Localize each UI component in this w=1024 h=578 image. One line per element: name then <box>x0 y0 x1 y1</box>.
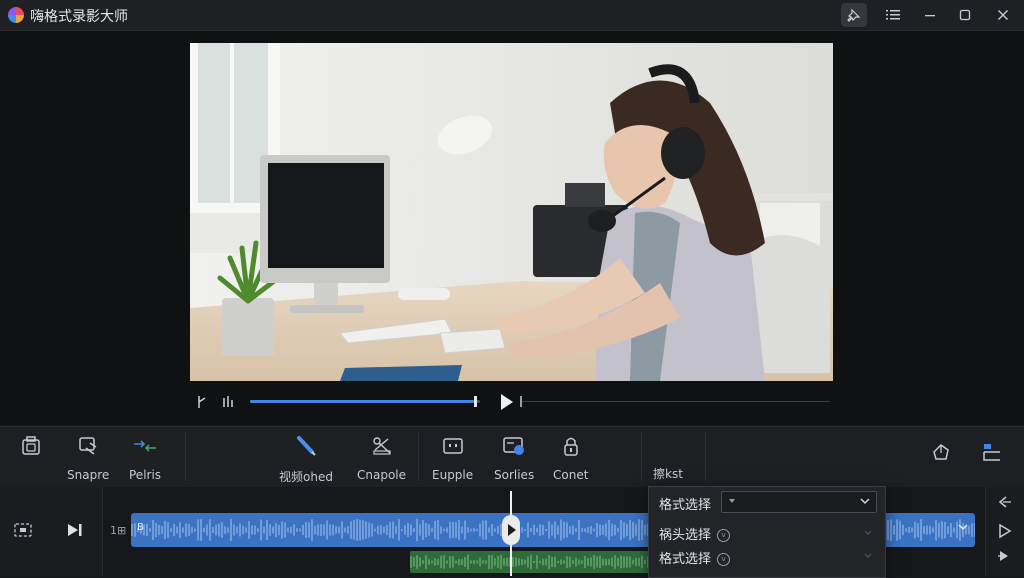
chevron-down-icon <box>863 527 873 541</box>
seek-handle[interactable] <box>473 396 477 407</box>
step-forward-icon[interactable] <box>997 549 1013 566</box>
info-circle-icon: v <box>717 553 731 566</box>
playhead-handle[interactable] <box>502 515 520 545</box>
video-preview[interactable] <box>190 43 833 381</box>
tool-eupple[interactable]: Eupple <box>432 435 473 482</box>
chevron-down-icon[interactable] <box>957 521 969 536</box>
trim-icon[interactable] <box>196 394 208 413</box>
toolbar-divider <box>418 433 419 481</box>
toolbar-divider <box>641 433 642 481</box>
maximize-icon[interactable] <box>952 3 978 27</box>
title-bar: 嗨格式录影大师 <box>0 0 1024 31</box>
tool-cnapole-label: Cnapole <box>357 468 407 482</box>
tool-cnapole[interactable]: Cnapole <box>357 435 406 482</box>
audio-clip[interactable] <box>410 551 650 573</box>
track-settings-icon[interactable] <box>12 521 34 542</box>
screenshot-icon <box>20 435 42 460</box>
edit-toolbar: Snapre Pelris 视频ohed Cnapole Eupple Sorl… <box>0 426 1024 488</box>
info-circle-icon: v <box>717 529 731 542</box>
split-arrows-icon <box>132 435 158 460</box>
timeline-side-controls <box>985 487 1024 576</box>
tool-snapre[interactable]: Snapre <box>67 435 109 482</box>
tool-video-edit[interactable]: 视频ohed <box>279 435 333 485</box>
pin-icon[interactable] <box>841 3 867 27</box>
seek-progress <box>250 400 474 403</box>
tool-sorlies[interactable]: Sorlies <box>494 435 534 482</box>
toolbar-divider <box>185 433 186 481</box>
export-icon[interactable] <box>930 441 952 466</box>
app-logo-icon <box>8 7 24 23</box>
volume-levels-icon[interactable] <box>222 395 234 412</box>
tool-conet-label: Conet <box>553 468 589 482</box>
tool-more[interactable]: 擦kst <box>653 435 683 482</box>
tool-sorlies-label: Sorlies <box>494 468 535 482</box>
pen-icon <box>294 435 318 460</box>
close-icon[interactable] <box>990 3 1016 27</box>
chevron-down-icon <box>863 550 873 564</box>
lock-icon <box>560 435 582 460</box>
play-outline-icon[interactable] <box>997 523 1013 542</box>
frame-icon <box>441 435 465 460</box>
tool-eupple-label: Eupple <box>432 468 474 482</box>
cut-icon <box>370 435 394 460</box>
format-dropdown-panel: 格式选择 祸头选择 v 格式选择 v <box>648 486 886 578</box>
player-controls <box>190 390 833 414</box>
seek-bar[interactable] <box>250 396 480 407</box>
tool-conet[interactable]: Conet <box>553 435 588 482</box>
tool-pelris[interactable]: Pelris <box>129 435 161 482</box>
clip-marker-icon: B <box>137 522 144 533</box>
layout-icon[interactable] <box>981 441 1003 466</box>
audio-waveform <box>410 554 649 570</box>
tool-screenshot[interactable] <box>20 435 42 468</box>
tool-pelris-label: Pelris <box>129 468 162 482</box>
subtitle-icon <box>502 435 526 460</box>
chevron-down-icon <box>859 495 871 510</box>
annotate-icon <box>76 435 100 460</box>
tool-video-edit-label: 视频ohed <box>279 470 333 484</box>
timeline-controls <box>0 487 103 576</box>
dropdown-option[interactable]: 格式选择 v <box>659 548 731 567</box>
track-indicator-icon: 1⊞ <box>110 524 127 537</box>
menu-icon[interactable] <box>880 3 906 27</box>
step-back-icon[interactable] <box>997 495 1013 512</box>
dropdown-option[interactable]: 祸头选择 v <box>659 524 731 543</box>
format-select-label: 格式选择 <box>659 498 712 513</box>
tool-more-label: 擦kst <box>653 467 683 481</box>
caret-icon <box>727 495 737 509</box>
secondary-track <box>520 396 830 407</box>
skip-end-icon[interactable] <box>66 522 84 541</box>
minimize-icon[interactable] <box>917 3 943 27</box>
toolbar-divider <box>705 433 706 481</box>
tool-snapre-label: Snapre <box>67 468 110 482</box>
format-select[interactable] <box>721 491 877 513</box>
dropdown-option-label: 格式选择 <box>659 552 712 567</box>
play-icon[interactable] <box>500 393 514 414</box>
app-title: 嗨格式录影大师 <box>30 9 128 25</box>
dropdown-option-label: 祸头选择 <box>659 528 712 543</box>
